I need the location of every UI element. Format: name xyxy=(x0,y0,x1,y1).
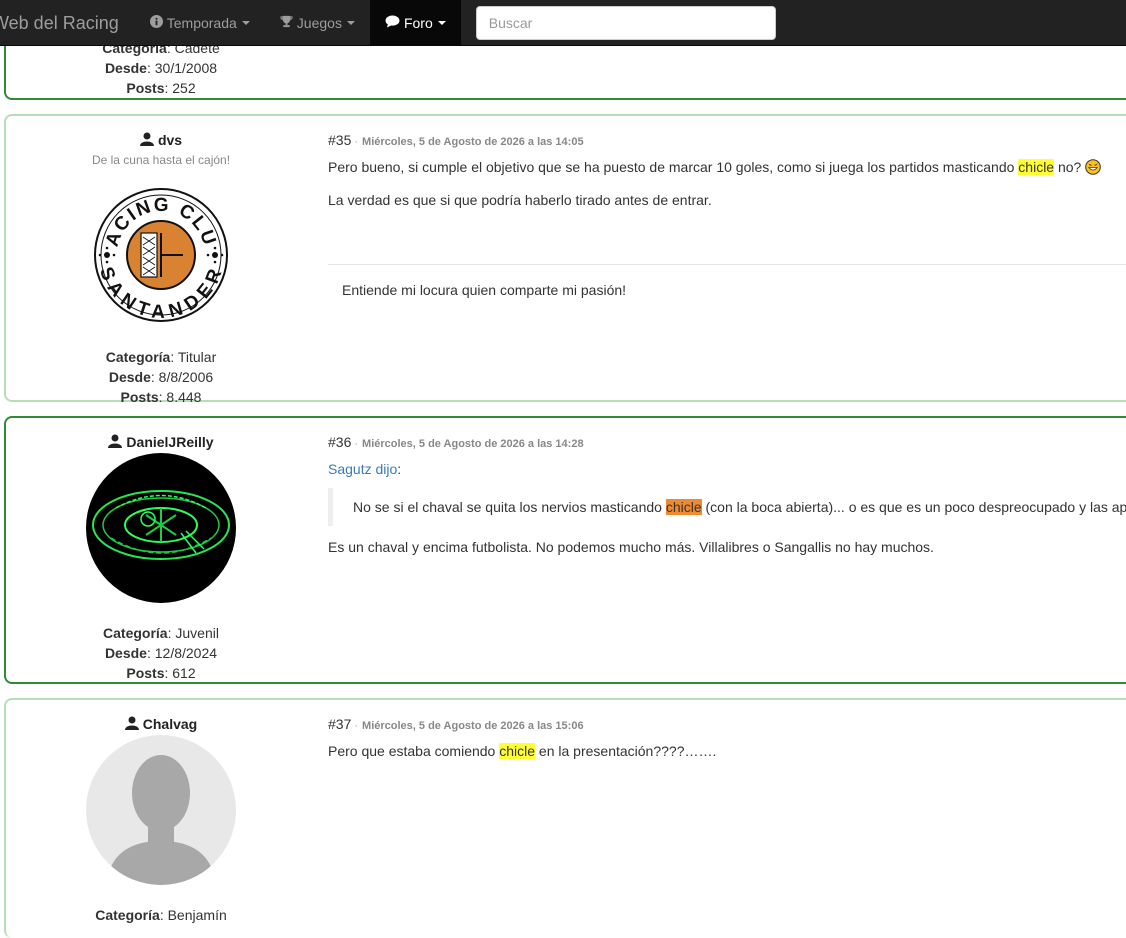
user-icon xyxy=(124,716,139,733)
nav-juegos-label: Juegos xyxy=(296,14,342,31)
post-paragraph: Pero bueno, si cumple el objetivo que se… xyxy=(328,157,1126,180)
post-date: Miércoles, 5 de Agosto de 2026 a las 15:… xyxy=(362,720,584,732)
grin-emoji-icon xyxy=(1085,159,1102,180)
user-category: Categoría: Titular xyxy=(105,349,217,365)
user-posts: Posts: 8.448 xyxy=(120,389,202,405)
quote-attribution: Sagutz dijo: xyxy=(328,461,402,477)
post-header: #37 · Miércoles, 5 de Agosto de 2026 a las… xyxy=(328,716,584,732)
post-content: #35 · Miércoles, 5 de Agosto de 2026 a las… xyxy=(328,132,1126,300)
username-link[interactable]: DanielJReilly xyxy=(6,434,316,451)
avatar[interactable] xyxy=(86,453,236,603)
top-navbar: Web del Racing Temporada Juegos Foro xyxy=(0,0,1126,46)
user-since: Desde: 30/1/2008 xyxy=(104,60,218,76)
user-icon xyxy=(139,132,154,149)
avatar[interactable] xyxy=(86,735,236,885)
post-header: #35 · Miércoles, 5 de Agosto de 2026 a las… xyxy=(328,132,584,148)
info-icon xyxy=(149,14,163,31)
nav-foro[interactable]: Foro xyxy=(369,0,461,46)
user-posts: Posts: 252 xyxy=(126,80,196,96)
user-motto: De la cuna hasta el cajón! xyxy=(91,153,231,167)
racing-club-logo: RACING CLUB SANTANDER xyxy=(85,171,228,323)
site-brand[interactable]: Web del Racing xyxy=(0,2,135,44)
trophy-icon xyxy=(280,15,293,31)
post-number-link[interactable]: #36 xyxy=(328,434,351,450)
user-info: Categoría: Cadete Desde: 30/1/2008 Posts… xyxy=(6,38,316,98)
username-link[interactable]: dvs xyxy=(6,132,316,149)
user-posts: Posts: 612 xyxy=(126,665,196,681)
search-highlight: chicle xyxy=(1018,159,1055,175)
user-category: Categoría: Benjamín xyxy=(95,907,227,923)
post-date: Miércoles, 5 de Agosto de 2026 a las 14:… xyxy=(362,438,584,450)
comments-icon xyxy=(385,14,400,31)
chevron-down-icon xyxy=(437,20,446,25)
post-number-link[interactable]: #35 xyxy=(328,132,351,148)
neon-crest-image xyxy=(86,453,236,603)
username-link[interactable]: Chalvag xyxy=(6,716,316,733)
nav-temporada[interactable]: Temporada xyxy=(135,2,265,44)
post-card: DanielJReilly Categoría: Juvenil Desde: … xyxy=(4,416,1126,684)
user-since: Desde: 12/8/2024 xyxy=(104,645,218,661)
user-info: Chalvag Categoría: Benjamín xyxy=(6,716,316,925)
post-date: Miércoles, 5 de Agosto de 2026 a las 14:… xyxy=(362,136,584,148)
chevron-down-icon xyxy=(346,20,355,25)
search-input[interactable] xyxy=(475,5,776,40)
post-paragraph: Pero que estaba comiendo chicle en la pr… xyxy=(328,743,717,759)
user-icon xyxy=(108,434,123,451)
blockquote: No se si el chaval se quita los nervios … xyxy=(328,488,1126,526)
default-avatar-icon xyxy=(86,735,236,885)
signature-divider xyxy=(328,264,1126,265)
post-content: #36 · Miércoles, 5 de Agosto de 2026 a las… xyxy=(328,434,1126,557)
user-since: Desde: 8/8/2006 xyxy=(108,369,214,385)
post-paragraph: La verdad es que si que podría haberlo t… xyxy=(328,192,712,208)
chevron-down-icon xyxy=(241,20,250,25)
search-highlight: chicle xyxy=(499,743,536,759)
post-header: #36 · Miércoles, 5 de Agosto de 2026 a las… xyxy=(328,434,584,450)
nav-temporada-label: Temporada xyxy=(166,14,237,31)
post-card: dvs De la cuna hasta el cajón! RACING CL… xyxy=(4,114,1126,405)
quote-author-link[interactable]: Sagutz dijo xyxy=(328,461,397,477)
nav-juegos[interactable]: Juegos xyxy=(265,2,370,44)
user-info: DanielJReilly Categoría: Juvenil Desde: … xyxy=(6,434,316,683)
search-highlight: chicle xyxy=(665,499,702,515)
post-paragraph: Es un chaval y encima futbolista. No pod… xyxy=(328,539,934,555)
user-signature: Entiende mi locura quien comparte mi pas… xyxy=(342,282,627,298)
avatar[interactable]: RACING CLUB SANTANDER xyxy=(85,171,229,323)
user-category: Categoría: Juvenil xyxy=(103,625,219,641)
nav-foro-label: Foro xyxy=(403,14,433,31)
post-content: #37 · Miércoles, 5 de Agosto de 2026 a las… xyxy=(328,716,1126,761)
post-card: Chalvag Categoría: Benjamín #37 · Miércole… xyxy=(4,698,1126,938)
user-info: dvs De la cuna hasta el cajón! RACING CL… xyxy=(6,132,316,407)
post-number-link[interactable]: #37 xyxy=(328,716,351,732)
